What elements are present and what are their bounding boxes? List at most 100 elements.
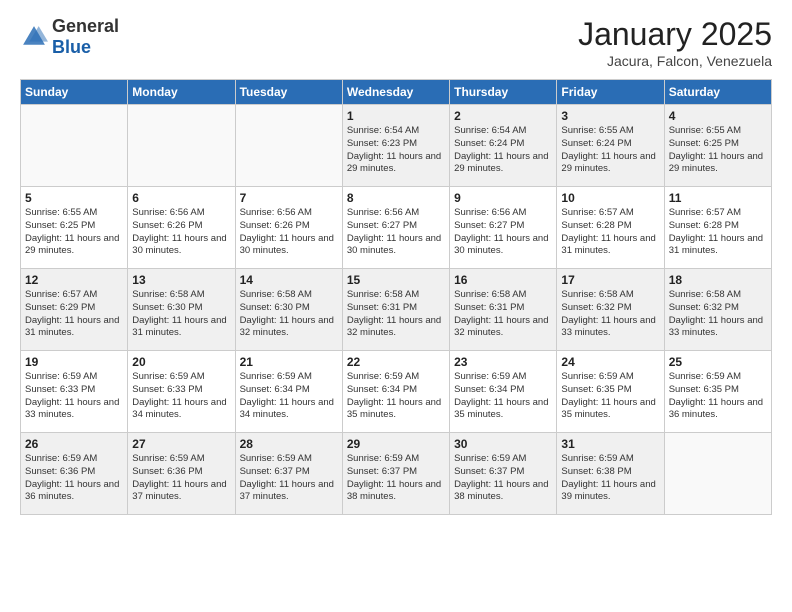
- calendar-cell: 13Sunrise: 6:58 AMSunset: 6:30 PMDayligh…: [128, 269, 235, 351]
- calendar-cell: 3Sunrise: 6:55 AMSunset: 6:24 PMDaylight…: [557, 105, 664, 187]
- day-info: Sunrise: 6:56 AMSunset: 6:26 PMDaylight:…: [132, 207, 230, 258]
- calendar-cell: 8Sunrise: 6:56 AMSunset: 6:27 PMDaylight…: [342, 187, 449, 269]
- calendar-cell: 27Sunrise: 6:59 AMSunset: 6:36 PMDayligh…: [128, 433, 235, 515]
- day-number: 6: [132, 191, 230, 205]
- calendar-cell: 18 Sunrise: 6:58 AMSunset: 6:32 PMDayligh…: [664, 269, 771, 351]
- calendar-week-5: 26 Sunrise: 6:59 AMSunset: 6:36 PMDayligh…: [21, 433, 772, 515]
- general-blue-icon: [20, 23, 48, 51]
- calendar-cell: 30Sunrise: 6:59 AMSunset: 6:37 PMDayligh…: [450, 433, 557, 515]
- day-number: 5: [25, 191, 123, 205]
- col-header-saturday: Saturday: [664, 80, 771, 105]
- calendar-cell: 24 Sunrise: 6:59 AMSunset: 6:35 PMDayligh…: [557, 351, 664, 433]
- day-number: 28: [240, 437, 338, 451]
- day-info: Sunrise: 6:57 AMSunset: 6:28 PMDaylight:…: [561, 207, 659, 258]
- calendar-cell: 22 Sunrise: 6:59 AMSunset: 6:34 PMDayligh…: [342, 351, 449, 433]
- calendar-cell: 28 Sunrise: 6:59 AMSunset: 6:37 PMDayligh…: [235, 433, 342, 515]
- day-number: 22: [347, 355, 445, 369]
- day-info: Sunrise: 6:57 AMSunset: 6:28 PMDaylight:…: [669, 207, 767, 258]
- calendar-cell: [128, 105, 235, 187]
- title-block: January 2025 Jacura, Falcon, Venezuela: [578, 16, 772, 69]
- day-info: Sunrise: 6:58 AMSunset: 6:31 PMDaylight:…: [347, 289, 445, 340]
- day-number: 25: [669, 355, 767, 369]
- day-number: 8: [347, 191, 445, 205]
- calendar-cell: 7 Sunrise: 6:56 AMSunset: 6:26 PMDaylight…: [235, 187, 342, 269]
- day-info: Sunrise: 6:58 AMSunset: 6:30 PMDaylight:…: [240, 289, 338, 340]
- calendar-week-3: 12 Sunrise: 6:57 AMSunset: 6:29 PMDayligh…: [21, 269, 772, 351]
- day-info: Sunrise: 6:55 AMSunset: 6:24 PMDaylight:…: [561, 125, 659, 176]
- day-number: 21: [240, 355, 338, 369]
- day-info: Sunrise: 6:57 AMSunset: 6:29 PMDaylight:…: [25, 289, 123, 340]
- day-info: Sunrise: 6:59 AMSunset: 6:34 PMDaylight:…: [347, 371, 445, 422]
- day-info: Sunrise: 6:59 AMSunset: 6:35 PMDaylight:…: [561, 371, 659, 422]
- calendar-week-1: 1 Sunrise: 6:54 AMSunset: 6:23 PMDaylight…: [21, 105, 772, 187]
- day-number: 20: [132, 355, 230, 369]
- day-number: 4: [669, 109, 767, 123]
- day-info: Sunrise: 6:59 AMSunset: 6:33 PMDaylight:…: [132, 371, 230, 422]
- calendar-cell: 10 Sunrise: 6:57 AMSunset: 6:28 PMDayligh…: [557, 187, 664, 269]
- day-info: Sunrise: 6:58 AMSunset: 6:32 PMDaylight:…: [561, 289, 659, 340]
- day-info: Sunrise: 6:59 AMSunset: 6:38 PMDaylight:…: [561, 453, 659, 504]
- calendar-cell: 15 Sunrise: 6:58 AMSunset: 6:31 PMDayligh…: [342, 269, 449, 351]
- day-info: Sunrise: 6:59 AMSunset: 6:34 PMDaylight:…: [240, 371, 338, 422]
- col-header-friday: Friday: [557, 80, 664, 105]
- day-info: Sunrise: 6:59 AMSunset: 6:35 PMDaylight:…: [669, 371, 767, 422]
- day-number: 9: [454, 191, 552, 205]
- logo-blue-text: Blue: [52, 37, 91, 57]
- calendar-cell: 12 Sunrise: 6:57 AMSunset: 6:29 PMDayligh…: [21, 269, 128, 351]
- day-info: Sunrise: 6:59 AMSunset: 6:34 PMDaylight:…: [454, 371, 552, 422]
- day-info: Sunrise: 6:58 AMSunset: 6:32 PMDaylight:…: [669, 289, 767, 340]
- page: General Blue January 2025 Jacura, Falcon…: [0, 0, 792, 612]
- logo: General Blue: [20, 16, 119, 58]
- calendar-cell: [235, 105, 342, 187]
- day-info: Sunrise: 6:59 AMSunset: 6:36 PMDaylight:…: [25, 453, 123, 504]
- day-number: 18: [669, 273, 767, 287]
- header: General Blue January 2025 Jacura, Falcon…: [20, 16, 772, 69]
- calendar-cell: 6 Sunrise: 6:56 AMSunset: 6:26 PMDaylight…: [128, 187, 235, 269]
- calendar-cell: 23Sunrise: 6:59 AMSunset: 6:34 PMDayligh…: [450, 351, 557, 433]
- calendar-cell: [21, 105, 128, 187]
- calendar-cell: 1 Sunrise: 6:54 AMSunset: 6:23 PMDaylight…: [342, 105, 449, 187]
- day-number: 2: [454, 109, 552, 123]
- day-number: 1: [347, 109, 445, 123]
- calendar-cell: 5 Sunrise: 6:55 AMSunset: 6:25 PMDaylight…: [21, 187, 128, 269]
- day-info: Sunrise: 6:59 AMSunset: 6:37 PMDaylight:…: [454, 453, 552, 504]
- day-number: 17: [561, 273, 659, 287]
- logo-general-text: General: [52, 16, 119, 36]
- location: Jacura, Falcon, Venezuela: [578, 53, 772, 69]
- day-number: 26: [25, 437, 123, 451]
- day-number: 10: [561, 191, 659, 205]
- calendar-cell: 19 Sunrise: 6:59 AMSunset: 6:33 PMDayligh…: [21, 351, 128, 433]
- day-info: Sunrise: 6:55 AMSunset: 6:25 PMDaylight:…: [25, 207, 123, 258]
- calendar-cell: 9 Sunrise: 6:56 AMSunset: 6:27 PMDaylight…: [450, 187, 557, 269]
- day-info: Sunrise: 6:56 AMSunset: 6:27 PMDaylight:…: [454, 207, 552, 258]
- day-number: 19: [25, 355, 123, 369]
- day-number: 29: [347, 437, 445, 451]
- calendar-week-2: 5 Sunrise: 6:55 AMSunset: 6:25 PMDaylight…: [21, 187, 772, 269]
- day-info: Sunrise: 6:54 AMSunset: 6:23 PMDaylight:…: [347, 125, 445, 176]
- calendar-cell: [664, 433, 771, 515]
- day-info: Sunrise: 6:55 AMSunset: 6:25 PMDaylight:…: [669, 125, 767, 176]
- day-number: 31: [561, 437, 659, 451]
- calendar-cell: 31 Sunrise: 6:59 AMSunset: 6:38 PMDayligh…: [557, 433, 664, 515]
- calendar-cell: 11 Sunrise: 6:57 AMSunset: 6:28 PMDayligh…: [664, 187, 771, 269]
- day-info: Sunrise: 6:59 AMSunset: 6:37 PMDaylight:…: [240, 453, 338, 504]
- day-info: Sunrise: 6:59 AMSunset: 6:33 PMDaylight:…: [25, 371, 123, 422]
- col-header-tuesday: Tuesday: [235, 80, 342, 105]
- day-info: Sunrise: 6:59 AMSunset: 6:37 PMDaylight:…: [347, 453, 445, 504]
- day-number: 15: [347, 273, 445, 287]
- day-number: 11: [669, 191, 767, 205]
- col-header-thursday: Thursday: [450, 80, 557, 105]
- logo-text: General Blue: [52, 16, 119, 58]
- calendar-cell: 17 Sunrise: 6:58 AMSunset: 6:32 PMDayligh…: [557, 269, 664, 351]
- day-info: Sunrise: 6:56 AMSunset: 6:26 PMDaylight:…: [240, 207, 338, 258]
- day-number: 16: [454, 273, 552, 287]
- day-info: Sunrise: 6:58 AMSunset: 6:31 PMDaylight:…: [454, 289, 552, 340]
- calendar-cell: 20 Sunrise: 6:59 AMSunset: 6:33 PMDayligh…: [128, 351, 235, 433]
- calendar-table: SundayMondayTuesdayWednesdayThursdayFrid…: [20, 79, 772, 515]
- day-number: 24: [561, 355, 659, 369]
- day-number: 7: [240, 191, 338, 205]
- col-header-wednesday: Wednesday: [342, 80, 449, 105]
- calendar-header-row: SundayMondayTuesdayWednesdayThursdayFrid…: [21, 80, 772, 105]
- calendar-week-4: 19 Sunrise: 6:59 AMSunset: 6:33 PMDayligh…: [21, 351, 772, 433]
- day-number: 12: [25, 273, 123, 287]
